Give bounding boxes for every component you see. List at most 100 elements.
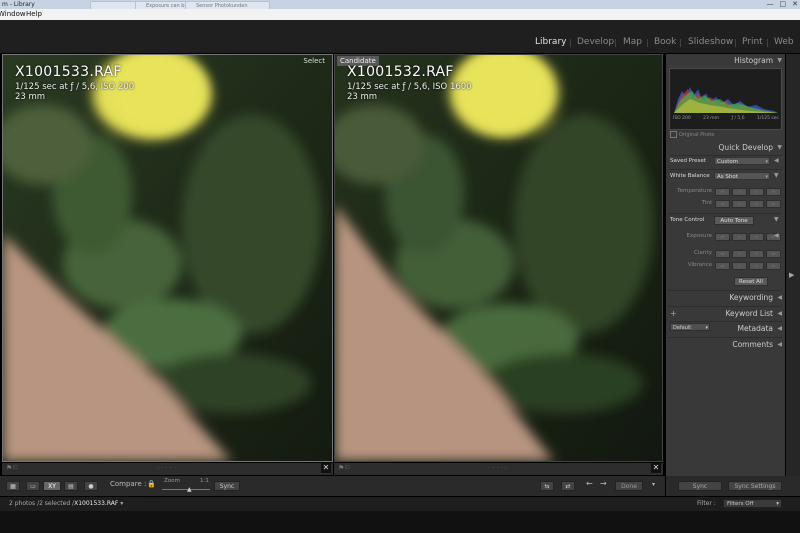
module-develop[interactable]: Develop <box>577 37 614 47</box>
auto-tone-button[interactable]: Auto Tone <box>714 216 754 225</box>
people-view-icon[interactable]: ● <box>84 481 98 491</box>
increase-large-button[interactable]: ›› <box>766 250 781 258</box>
survey-view-icon[interactable]: ▤ <box>64 481 78 491</box>
grid-view-icon[interactable]: ▦ <box>6 481 20 491</box>
toolbar-menu-icon[interactable]: ▾ <box>652 481 655 488</box>
increase-button[interactable]: › <box>749 250 764 258</box>
loupe-view-icon[interactable]: ▭ <box>26 481 40 491</box>
keywording-header[interactable]: Keywording ◀ <box>666 291 785 305</box>
candidate-pane[interactable]: Candidate X1001532.RAF 1/125 sec at ƒ / … <box>334 54 663 462</box>
close-icon[interactable]: ✕ <box>651 463 661 473</box>
decrease-button[interactable]: ‹ <box>732 250 747 258</box>
sync-settings-button[interactable]: Sync Settings <box>728 481 782 491</box>
previous-arrow-icon[interactable]: ← <box>586 479 593 488</box>
tint-buttons: ‹‹ ‹ › ›› <box>715 200 781 208</box>
sync-metadata-button[interactable]: Sync <box>678 481 722 491</box>
exposure-info: 1/125 sec at ƒ / 5,6, ISO 1600 <box>347 82 472 92</box>
checkbox[interactable] <box>670 131 677 138</box>
menu-window[interactable]: Window <box>0 9 26 20</box>
zoom-slider[interactable] <box>162 489 210 490</box>
reset-all-button[interactable]: Reset All <box>734 277 768 286</box>
increase-button[interactable]: › <box>749 233 764 241</box>
module-library[interactable]: Library <box>535 37 566 47</box>
select-pane[interactable]: Select X1001533.RAF 1/125 sec at ƒ / 5,6… <box>2 54 333 462</box>
increase-button[interactable]: › <box>749 262 764 270</box>
rating-stars[interactable]: ····· <box>157 464 178 472</box>
module-print[interactable]: Print <box>742 37 763 47</box>
keyword-list-header[interactable]: + Keyword List ◀ <box>666 307 785 321</box>
white-balance-select[interactable]: As Shot ▾ <box>714 172 770 180</box>
original-photo-toggle[interactable]: Original Photo <box>670 131 714 138</box>
decrease-button[interactable]: ‹ <box>732 188 747 196</box>
saved-preset-select[interactable]: Custom ▾ <box>714 157 770 165</box>
expand-icon[interactable]: ◀ <box>777 338 782 352</box>
zoom-slider-handle[interactable]: ▲ <box>187 486 192 493</box>
right-panel-edge[interactable]: ▶ <box>786 54 800 476</box>
close-icon[interactable]: ✕ <box>792 0 798 9</box>
maximize-icon[interactable]: □ <box>780 0 787 9</box>
rating-stars[interactable]: ····· <box>488 464 509 472</box>
increase-large-button[interactable]: ›› <box>766 262 781 270</box>
dropdown-icon[interactable]: ▾ <box>120 500 123 507</box>
decrease-large-button[interactable]: ‹‹ <box>715 233 730 241</box>
photo-filename: X1001532.RAF <box>347 64 454 80</box>
decrease-button[interactable]: ‹ <box>732 233 747 241</box>
divider <box>669 213 782 214</box>
filmstrip[interactable] <box>0 511 800 533</box>
histogram-header[interactable]: Histogram ▼ <box>666 54 785 68</box>
decrease-large-button[interactable]: ‹‹ <box>715 250 730 258</box>
metadata-header[interactable]: Metadata ◀ <box>666 322 785 336</box>
swap-icon[interactable]: ⇆ <box>540 481 554 491</box>
browser-tab[interactable]: Sensor Photokunden <box>185 1 270 9</box>
collapse-icon[interactable]: ▼ <box>777 141 782 155</box>
add-keyword-icon[interactable]: + <box>670 307 677 321</box>
current-filename[interactable]: X1001533.RAF <box>74 500 118 507</box>
lock-icon[interactable]: 🔒 <box>147 480 156 488</box>
increase-large-button[interactable]: ›› <box>766 200 781 208</box>
module-web[interactable]: Web <box>774 37 794 47</box>
module-book[interactable]: Book <box>654 37 676 47</box>
done-button[interactable]: Done <box>615 481 643 491</box>
vibrance-buttons: ‹‹ ‹ › ›› <box>715 262 781 270</box>
decrease-button[interactable]: ‹ <box>732 262 747 270</box>
collapse-panel-icon[interactable]: ▶ <box>789 271 794 279</box>
make-select-icon[interactable]: ⇄ <box>561 481 575 491</box>
flag-icon[interactable]: ⚑⚐ <box>338 464 351 472</box>
comments-header[interactable]: Comments ◀ <box>666 338 785 352</box>
module-slideshow[interactable]: Slideshow <box>688 37 733 47</box>
expand-icon[interactable]: ◀ <box>777 322 782 336</box>
expand-icon[interactable]: ◀ <box>774 157 779 164</box>
filter-select[interactable]: Filters Off ▾ <box>723 499 782 508</box>
close-icon[interactable]: ✕ <box>321 463 331 473</box>
decrease-large-button[interactable]: ‹‹ <box>715 262 730 270</box>
minimize-icon[interactable]: — <box>767 0 774 9</box>
expand-icon[interactable]: ◀ <box>774 232 779 239</box>
focal-length: 23 mm <box>15 92 46 102</box>
decrease-button[interactable]: ‹ <box>732 200 747 208</box>
collapse-icon[interactable]: ▼ <box>774 172 779 179</box>
candidate-pane-footer: ⚑⚐ ····· ✕ <box>334 463 663 475</box>
flag-icon[interactable]: ⚑⚐ <box>6 464 19 472</box>
original-photo-label: Original Photo <box>679 132 715 138</box>
quick-develop-header[interactable]: Quick Develop ▼ <box>666 141 785 155</box>
quick-develop-title: Quick Develop <box>718 143 773 152</box>
decrease-large-button[interactable]: ‹‹ <box>715 200 730 208</box>
select-pane-footer: ⚑⚐ ····· ✕ <box>2 463 333 475</box>
module-map[interactable]: Map <box>623 37 642 47</box>
increase-button[interactable]: › <box>749 200 764 208</box>
collapse-icon[interactable]: ▼ <box>777 54 782 68</box>
menu-help[interactable]: Help <box>26 9 42 20</box>
iso-value: ISO 200 <box>673 116 691 121</box>
collapse-icon[interactable]: ▼ <box>774 216 779 223</box>
compare-view-icon[interactable]: XY <box>43 481 61 491</box>
decrease-large-button[interactable]: ‹‹ <box>715 188 730 196</box>
sync-button[interactable]: Sync <box>214 481 240 491</box>
keywording-title: Keywording <box>729 293 773 302</box>
divider <box>669 155 782 156</box>
expand-icon[interactable]: ◀ <box>777 291 782 305</box>
expand-icon[interactable]: ◀ <box>777 307 782 321</box>
increase-large-button[interactable]: ›› <box>766 188 781 196</box>
next-arrow-icon[interactable]: → <box>600 479 607 488</box>
increase-button[interactable]: › <box>749 188 764 196</box>
exposure-buttons: ‹‹ ‹ › ›› <box>715 233 781 241</box>
